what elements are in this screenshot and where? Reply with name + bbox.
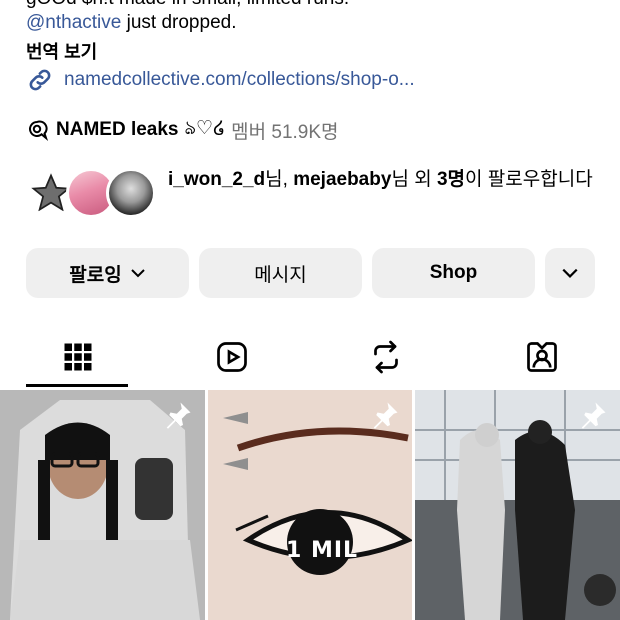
shop-button[interactable]: Shop	[372, 248, 535, 298]
follower-avatars	[26, 166, 160, 222]
post-thumbnail[interactable]: 1 MIL	[208, 390, 412, 620]
chevron-down-icon	[562, 268, 578, 278]
see-translation-link[interactable]: 번역 보기	[26, 38, 97, 64]
bio-line: @nthactive just dropped.	[26, 12, 236, 34]
tab-reposts[interactable]	[334, 326, 438, 388]
bio-link-text[interactable]: namedcollective.com/collections/shop-o..…	[64, 69, 415, 91]
reposts-icon	[374, 340, 398, 374]
post-thumbnail[interactable]	[415, 390, 620, 620]
bio-link[interactable]: namedcollective.com/collections/shop-o..…	[26, 66, 415, 94]
channel-name: NAMED leaks	[56, 119, 179, 140]
pin-icon	[166, 402, 191, 429]
post-overlay-text: 1 MIL	[286, 538, 359, 563]
channel-icon	[29, 120, 49, 142]
profile-tabs	[0, 326, 620, 388]
tab-tagged[interactable]	[490, 326, 594, 388]
chevron-down-icon	[131, 269, 145, 278]
bio-mention-link[interactable]: @nthactive	[26, 12, 121, 33]
pin-icon	[373, 402, 398, 429]
message-button[interactable]: 메시지	[199, 248, 362, 298]
channel-members: 멤버 51.9K명	[231, 121, 339, 143]
following-button[interactable]: 팔로잉	[26, 248, 189, 298]
pin-icon	[581, 402, 606, 429]
tagged-icon	[527, 342, 557, 372]
tab-reels[interactable]	[180, 326, 284, 388]
bio-cut-line: gOOd $h!t made in small, limited runs.	[26, 0, 349, 10]
profile-actions: 팔로잉 메시지 Shop	[26, 248, 595, 298]
channel-emoji: ঌ♡໒	[184, 118, 226, 139]
post-grid: 1 MIL	[0, 390, 620, 620]
broadcast-channel[interactable]: NAMED leaks ঌ♡໒ 멤버 51.9K명	[26, 114, 339, 146]
bio-text: just dropped.	[121, 12, 237, 33]
suggested-users-button[interactable]	[545, 248, 595, 298]
followed-by[interactable]: i_won_2_d님, mejaebaby님 외 3명이 팔로우합니다	[26, 166, 608, 222]
post-thumbnail[interactable]	[0, 390, 205, 620]
link-icon	[29, 69, 51, 91]
followed-by-text: i_won_2_d님, mejaebaby님 외 3명이 팔로우합니다	[168, 169, 593, 190]
tab-posts[interactable]	[26, 326, 130, 388]
avatar	[106, 168, 156, 218]
reels-icon	[217, 342, 247, 372]
active-tab-indicator	[26, 384, 128, 387]
grid-icon	[64, 343, 92, 371]
